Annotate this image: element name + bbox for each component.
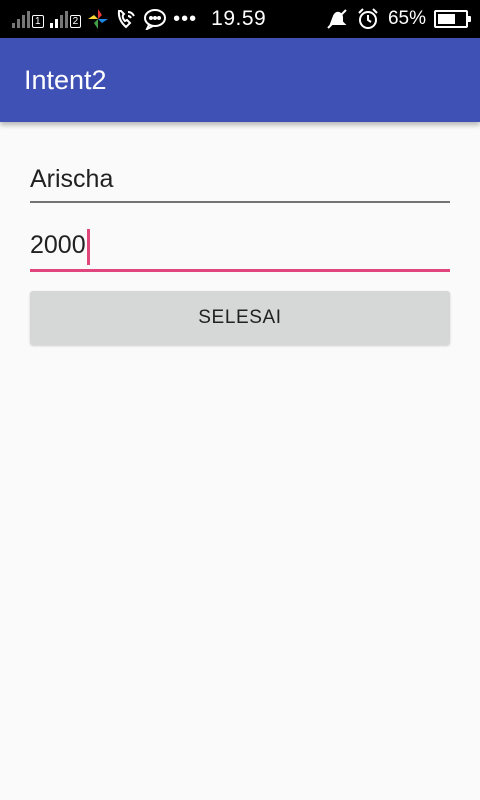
pinwheel-app-icon — [87, 8, 109, 30]
sim1-badge: 1 — [32, 15, 44, 28]
selesai-button[interactable]: SELESAI — [30, 291, 450, 345]
year-field[interactable]: 2000 — [30, 228, 450, 272]
wifi-call-icon — [115, 8, 137, 30]
clock-time: 19.59 — [211, 7, 267, 30]
name-field-value: Arischa — [30, 165, 114, 193]
app-bar: Intent2 — [0, 38, 480, 122]
alarm-icon — [356, 7, 380, 31]
mute-icon — [326, 8, 348, 30]
name-field[interactable]: Arischa — [30, 162, 450, 203]
sim2-badge: 2 — [69, 15, 82, 28]
year-field-underline — [30, 269, 450, 272]
battery-fill — [438, 14, 455, 24]
signal-sim1-icon: 1 — [12, 10, 44, 28]
status-bar: 1 2 ••• 19.59 65% — [0, 0, 480, 38]
more-dots-icon: ••• — [173, 8, 198, 30]
name-field-underline — [30, 201, 450, 203]
signal-sim2-icon: 2 — [49, 10, 82, 28]
text-cursor — [86, 228, 90, 265]
battery-icon — [434, 10, 471, 28]
year-field-value: 2000 — [30, 231, 86, 259]
selesai-button-label: SELESAI — [198, 307, 282, 328]
chat-icon — [143, 8, 167, 30]
battery-percent: 65% — [387, 8, 426, 29]
app-title: Intent2 — [24, 64, 107, 95]
